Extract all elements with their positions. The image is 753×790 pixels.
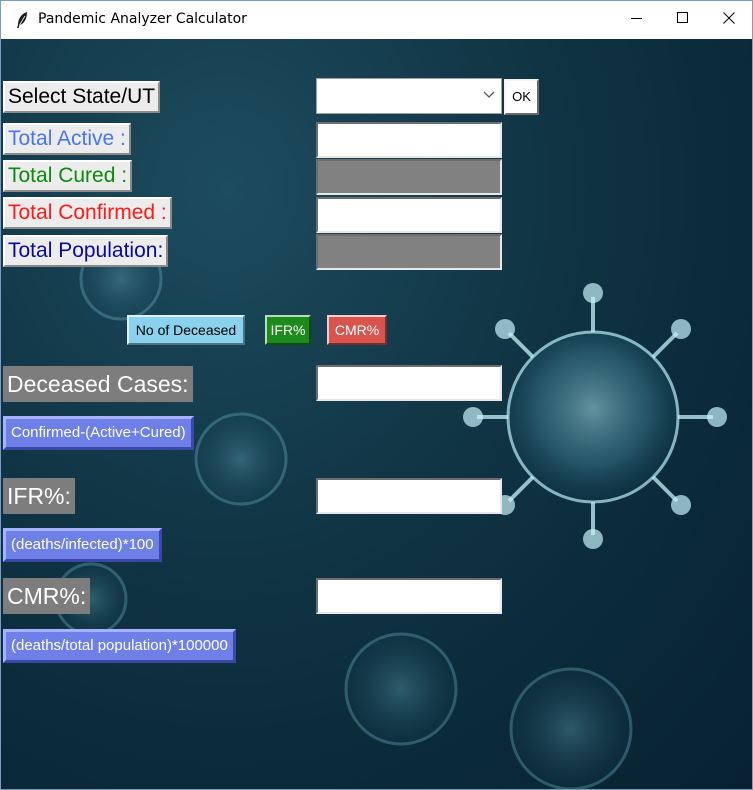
- close-icon: [723, 11, 735, 29]
- ifr-field[interactable]: [316, 478, 502, 514]
- ifr-label: IFR%:: [3, 478, 75, 514]
- feather-icon: [15, 11, 29, 29]
- total-cured-field[interactable]: [316, 159, 502, 195]
- window-title: Pandemic Analyzer Calculator: [38, 11, 247, 27]
- maximize-button[interactable]: [660, 1, 706, 39]
- total-active-field[interactable]: [316, 122, 502, 158]
- virus-large: [463, 283, 727, 549]
- state-dropdown[interactable]: [316, 78, 502, 114]
- chevron-down-icon: [483, 88, 495, 102]
- total-cured-label: Total Cured :: [3, 160, 133, 192]
- select-state-label: Select State/UT: [3, 81, 161, 113]
- minimize-icon: [631, 11, 643, 29]
- cmr-label: CMR%:: [3, 578, 91, 614]
- total-active-label: Total Active :: [3, 123, 131, 155]
- ok-button[interactable]: OK: [504, 79, 539, 115]
- close-button[interactable]: [706, 1, 752, 39]
- main-panel: Select State/UT OK Total Active : Total …: [1, 39, 752, 789]
- deceased-cases-field[interactable]: [316, 365, 502, 401]
- cmr-button[interactable]: CMR%: [327, 315, 387, 345]
- total-population-label: Total Population:: [3, 235, 169, 267]
- cmr-formula-label: (deaths/total population)*100000: [3, 629, 236, 663]
- ifr-button[interactable]: IFR%: [265, 315, 311, 345]
- deceased-cases-label: Deceased Cases:: [3, 366, 193, 402]
- deceased-formula-label: Confirmed-(Active+Cured): [3, 416, 194, 450]
- title-bar[interactable]: Pandemic Analyzer Calculator: [1, 1, 752, 39]
- cmr-field[interactable]: [316, 578, 502, 614]
- minimize-button[interactable]: [614, 1, 660, 39]
- app-window: Pandemic Analyzer Calculator Select Stat…: [0, 0, 753, 790]
- total-confirmed-field[interactable]: [316, 197, 502, 233]
- total-population-field[interactable]: [316, 234, 502, 270]
- no-of-deceased-button[interactable]: No of Deceased: [127, 315, 245, 345]
- total-confirmed-label: Total Confirmed :: [3, 197, 172, 229]
- maximize-icon: [677, 11, 689, 29]
- ifr-formula-label: (deaths/infected)*100: [3, 528, 162, 562]
